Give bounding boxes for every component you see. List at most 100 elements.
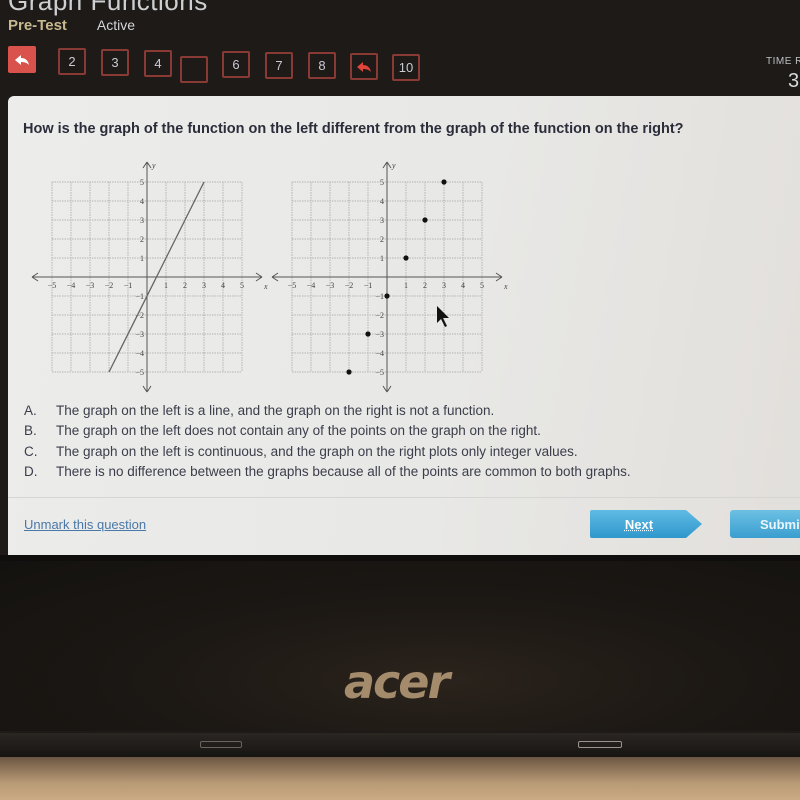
desk-surface [0,757,800,800]
status-label: Active [96,17,136,33]
question-number: 6 [232,57,240,72]
y-tick-label: 5 [380,178,384,187]
next-button[interactable]: Next [590,510,702,538]
question-nav-item[interactable]: 6 [222,51,250,78]
choice-a[interactable]: A. The graph on the left is a line, and … [24,400,631,421]
section-label: Pre-Test [8,17,67,34]
y-tick-label: 2 [140,235,144,244]
choice-b[interactable]: B. The graph on the left does not contai… [24,421,631,442]
mouse-cursor-icon [437,306,449,327]
question-text: How is the graph of the function on the … [23,121,684,137]
y-tick-label: 4 [140,197,144,206]
question-nav-item[interactable]: 3 [101,49,129,76]
question-number: 2 [68,54,76,69]
y-tick-label: 1 [140,254,144,263]
question-nav-item[interactable] [8,46,36,73]
question-nav-item[interactable]: 8 [308,52,336,79]
x-tick-label: −5 [48,281,57,290]
brand-logo: acer [344,655,450,709]
y-tick-label: −1 [375,292,384,301]
y-tick-label: −3 [375,330,384,339]
data-point [384,293,390,299]
x-tick-label: −2 [105,281,114,290]
choice-text: The graph on the left is continuous, and… [56,443,578,459]
choice-d[interactable]: D. There is no difference between the gr… [24,462,631,483]
graph-left-svg: xy−5 −4 −3 −2 −1 1 2 3 4 554321−1−2−3−4−5 [31,161,268,393]
x-tick-label: 4 [221,281,225,290]
question-nav-item[interactable] [350,53,378,80]
data-point [422,217,428,223]
y-tick-label: −1 [135,292,144,301]
x-tick-label: −3 [326,281,335,290]
data-point [365,331,371,337]
y-tick-label: −5 [375,368,384,377]
return-arrow-icon [357,61,371,72]
y-axis-label: y [151,161,156,170]
graph-right: x y −5 −4 −3 −2 −1 1 2 3 4 5 5 4 3 2 1 −1 −2 −3 −4 −5 [262,151,522,401]
x-tick-label: −3 [86,281,95,290]
question-nav-item[interactable]: 10 [392,54,420,81]
question-number: 8 [318,58,326,73]
question-navigator: 2 3 4 6 7 8 10 [8,46,428,86]
y-tick-label: 3 [140,216,144,225]
timer-label: TIME REMAINING [766,56,800,67]
x-tick-label: 2 [423,281,427,290]
question-nav-item[interactable]: 7 [265,52,293,79]
y-tick-label: −2 [375,311,384,320]
x-tick-label: −2 [345,281,354,290]
next-button-label: Next [624,516,654,532]
x-tick-label: 5 [480,281,484,290]
choice-text: The graph on the left is a line, and the… [56,402,495,418]
question-number: 4 [154,56,162,71]
answer-choices: A. The graph on the left is a line, and … [24,400,631,482]
question-number: 3 [111,55,119,70]
y-tick-label: −5 [135,368,144,377]
choice-letter: A. [24,402,37,418]
graph-right-svg: x y −5 −4 −3 −2 −1 1 2 3 4 5 5 4 3 2 1 −1 −2 −3 −4 −5 [271,161,508,393]
data-point [403,255,409,261]
x-tick-label: −5 [288,281,297,290]
hinge-port [578,741,622,748]
x-tick-label: −4 [307,281,316,290]
timer-value: 3 [788,70,800,92]
submit-button[interactable]: Submit [730,510,800,538]
question-number: 7 [275,58,283,73]
y-tick-label: 3 [380,216,384,225]
laptop-hinge [0,733,800,757]
question-nav-item[interactable] [180,56,208,83]
hinge-port [200,741,242,748]
choice-letter: D. [24,464,38,480]
y-tick-label: 2 [380,235,384,244]
x-tick-label: 1 [164,281,168,290]
graph-left: x y −5 −4 −3 −2 −1 1 2 3 4 5 5 4 3 2 1 −1 −2 −3 −4 −5 [22,151,272,401]
data-point [346,369,352,375]
unmark-question-link[interactable]: Unmark this question [24,517,146,532]
x-tick-label: −4 [67,281,76,290]
question-nav-item[interactable]: 4 [144,50,172,77]
question-panel: How is the graph of the function on the … [8,96,800,555]
submit-button-label: Submit [760,516,800,532]
app-title: Graph Functions [8,0,208,16]
return-arrow-icon [15,54,29,65]
y-tick-label: −4 [135,349,144,358]
data-point [441,179,447,185]
x-tick-label: 3 [202,281,206,290]
question-number: 10 [398,60,414,75]
choice-text: The graph on the left does not contain a… [56,423,541,439]
x-tick-label: 2 [183,281,187,290]
question-nav-item[interactable]: 2 [58,48,86,75]
x-tick-label: −1 [124,281,133,290]
choice-c[interactable]: C. The graph on the left is continuous, … [24,441,631,462]
subheader: Pre-Test Active [8,17,135,34]
choice-letter: B. [24,423,37,439]
y-tick-label: 4 [380,197,384,206]
divider [8,497,800,498]
y-tick-label: 1 [380,254,384,263]
x-tick-label: 4 [461,281,465,290]
y-tick-label: −4 [375,349,384,358]
choice-letter: C. [24,443,38,459]
x-tick-label: 3 [442,281,446,290]
choice-text: There is no difference between the graph… [56,464,631,480]
x-axis-label: x [503,282,508,291]
x-tick-label: 1 [404,281,408,290]
